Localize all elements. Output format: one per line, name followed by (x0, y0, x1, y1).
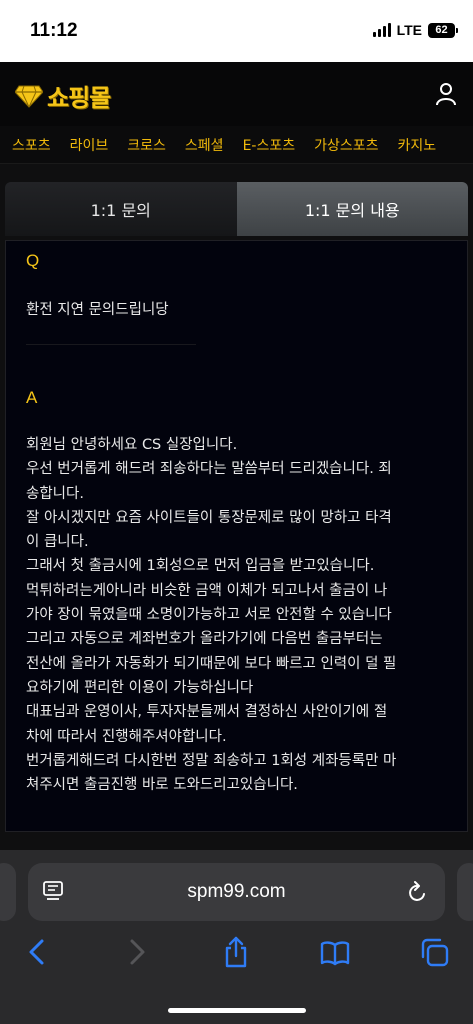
browser-toolbar: spm99.com (0, 850, 473, 1024)
inquiry-panel: Q 환전 지연 문의드립니당 A 회원님 안녕하세요 CS 실장입니다. 우선 … (5, 240, 468, 832)
divider (26, 344, 196, 345)
content-area: Q 환전 지연 문의드립니당 A 회원님 안녕하세요 CS 실장입니다. 우선 … (0, 240, 473, 850)
tab-bar: 1:1 문의 1:1 문의 내용 (5, 182, 468, 236)
answer-line: 전산에 올라가 자동화가 되기때문에 보다 빠르고 인력이 덜 필 (26, 655, 397, 672)
answer-line: 요하기에 편리한 이용이 가능하십니다 (26, 679, 254, 696)
answer-line: 잘 아시겠지만 요즘 사이트들이 통장문제로 많이 망하고 타격 (26, 509, 392, 526)
address-bar[interactable]: spm99.com (28, 863, 445, 921)
question-text: 환전 지연 문의드립니당 (26, 302, 169, 318)
answer-line: 그래서 첫 출금시에 1회성으로 먼저 입금을 받고있습니다. (26, 558, 375, 575)
back-icon[interactable] (22, 936, 52, 968)
answer-line: 송합니다. (26, 485, 84, 502)
forward-icon[interactable] (122, 936, 152, 968)
network-type: LTE (396, 22, 422, 38)
status-bar: 11:12 LTE 62 (0, 0, 473, 62)
nav-item-special[interactable]: 스페셜 (185, 135, 224, 155)
question-label: Q (26, 251, 40, 270)
logo-text: 쇼핑몰 (47, 84, 111, 112)
nav-item-casino[interactable]: 카지노 (398, 135, 437, 155)
nav-item-sports[interactable]: 스포츠 (12, 135, 51, 155)
url-text: spm99.com (187, 881, 286, 902)
answer-line: 번거롭게해드려 다시한번 정말 죄송하고 1회성 계좌등록만 마 (26, 752, 397, 769)
site-logo[interactable]: 쇼핑몰 (15, 78, 111, 113)
answer-line: 먹튀하려는게아니라 비슷한 금액 이체가 되고나서 출금이 나 (26, 582, 388, 599)
status-time: 11:12 (30, 20, 78, 41)
reload-icon[interactable] (407, 880, 429, 904)
answer-line: 쳐주시면 출금진행 바로 도와드리고있습니다. (26, 777, 298, 794)
tab-inquiry-detail[interactable]: 1:1 문의 내용 (236, 182, 468, 236)
browser-nav-bar (0, 932, 473, 976)
site-header: 쇼핑몰 (0, 62, 473, 126)
answer-line: 우선 번거롭게 해드려 죄송하다는 말씀부터 드리겠습니다. 죄 (26, 461, 392, 478)
nav-item-virtual-sports[interactable]: 가상스포츠 (314, 135, 378, 155)
answer-text: 회원님 안녕하세요 CS 실장입니다. 우선 번거롭게 해드려 죄송하다는 말씀… (26, 433, 456, 797)
answer-line: 대표님과 운영이사, 투자자분들께서 결정하신 사안이기에 절 (26, 704, 388, 721)
answer-line: 그리고 자동으로 계좌번호가 올라가기에 다음번 출금부터는 (26, 631, 383, 648)
nav-item-esports[interactable]: E-스포츠 (243, 135, 296, 155)
answer-line: 이 큽니다. (26, 534, 89, 551)
home-indicator (168, 1008, 306, 1013)
answer-label: A (26, 388, 38, 407)
answer-line: 회원님 안녕하세요 CS 실장입니다. (26, 437, 238, 453)
user-icon[interactable] (435, 82, 457, 106)
tabs-icon[interactable] (420, 936, 450, 968)
previous-tab-preview[interactable] (0, 863, 16, 921)
battery-icon: 62 (428, 22, 458, 38)
answer-line: 가야 장이 묶였을때 소명이가능하고 서로 안전할 수 있습니다 (26, 607, 392, 624)
share-icon[interactable] (221, 936, 251, 968)
bookmarks-icon[interactable] (320, 936, 350, 968)
answer-line: 차에 따라서 진행해주셔야합니다. (26, 728, 227, 745)
diamond-icon (15, 85, 43, 108)
signal-icon (372, 23, 391, 37)
nav-item-cross[interactable]: 크로스 (127, 135, 166, 155)
category-nav: 스포츠 라이브 크로스 스페셜 E-스포츠 가상스포츠 카지노 (0, 126, 473, 164)
nav-item-live[interactable]: 라이브 (70, 135, 109, 155)
tab-inquiry[interactable]: 1:1 문의 (5, 182, 237, 236)
status-indicators: LTE 62 (372, 22, 458, 38)
tabs-area: 1:1 문의 1:1 문의 내용 (0, 164, 473, 240)
next-tab-preview[interactable] (457, 863, 473, 921)
